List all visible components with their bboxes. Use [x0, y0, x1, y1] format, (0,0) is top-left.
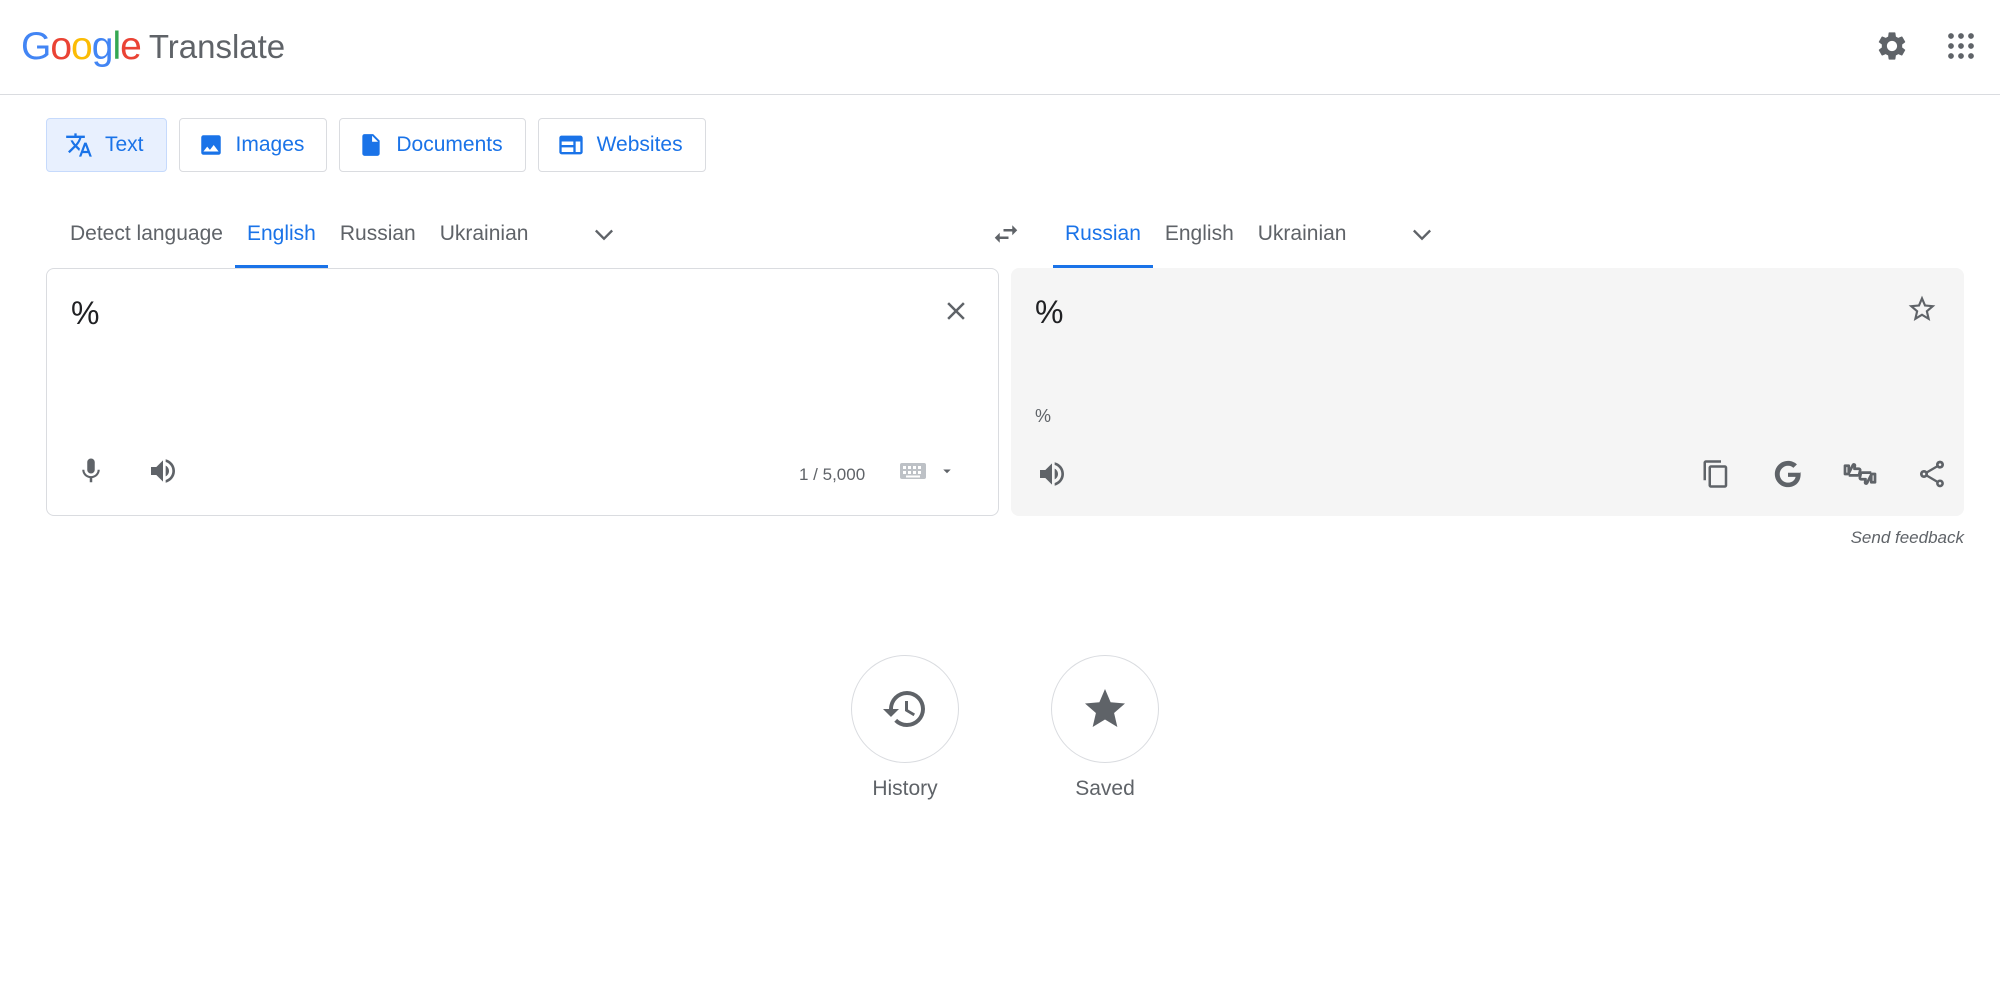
mode-documents-button[interactable]: Documents	[339, 118, 526, 172]
target-lang-more-button[interactable]	[1398, 200, 1446, 268]
history-circle	[851, 655, 959, 763]
translated-text: %	[1035, 294, 1064, 330]
mode-images-label: Images	[235, 133, 305, 156]
rate-translation-button[interactable]	[1836, 450, 1884, 498]
settings-button[interactable]	[1868, 22, 1916, 70]
star-icon	[1085, 689, 1125, 727]
source-lang-ukrainian[interactable]: Ukrainian	[428, 200, 541, 268]
source-lang-russian[interactable]: Russian	[328, 200, 428, 268]
send-feedback-link[interactable]: Send feedback	[1851, 528, 1964, 548]
history-button[interactable]: History	[850, 655, 960, 801]
translate-icon	[66, 133, 92, 157]
share-icon	[1920, 460, 1944, 488]
google-g-icon	[1774, 460, 1802, 488]
keyboard-button[interactable]	[893, 451, 933, 491]
target-language-bar: Russian English Ukrainian	[1053, 200, 1446, 268]
search-google-button[interactable]	[1764, 450, 1812, 498]
saved-button[interactable]: Saved	[1050, 655, 1160, 801]
source-lang-detect[interactable]: Detect language	[58, 200, 235, 268]
target-lang-ukrainian[interactable]: Ukrainian	[1246, 200, 1359, 268]
star-outline-icon	[1908, 295, 1936, 321]
character-count: 1 / 5,000	[799, 465, 866, 484]
saved-label: Saved	[1075, 777, 1135, 800]
translation-output-panel: % %	[1011, 268, 1964, 516]
mode-images-button[interactable]: Images	[178, 118, 328, 172]
listen-source-button[interactable]	[139, 447, 187, 495]
source-language-bar: Detect language English Russian Ukrainia…	[58, 200, 628, 268]
mode-text-button[interactable]: Text	[46, 118, 167, 172]
thumbs-up-down-icon	[1843, 463, 1877, 485]
mode-text-label: Text	[105, 133, 144, 156]
clear-source-button[interactable]	[932, 287, 980, 335]
save-translation-button[interactable]	[1898, 285, 1946, 333]
target-lang-english[interactable]: English	[1153, 200, 1246, 268]
keyboard-icon	[900, 463, 926, 479]
microphone-icon	[82, 458, 100, 483]
swap-arrows-icon	[994, 225, 1018, 243]
target-lang-russian[interactable]: Russian	[1053, 200, 1153, 268]
chevron-down-icon	[1413, 229, 1432, 241]
product-name: Translate	[148, 28, 286, 65]
translation-mode-tabs: Text Images Documents Websites	[46, 118, 706, 172]
image-icon	[200, 135, 221, 155]
input-tools-dropdown[interactable]	[929, 453, 965, 489]
swap-languages-button[interactable]	[980, 208, 1032, 260]
google-apps-button[interactable]	[1937, 22, 1985, 70]
copy-translation-button[interactable]	[1692, 450, 1740, 498]
voice-input-button[interactable]	[67, 447, 115, 495]
history-label: History	[872, 777, 938, 800]
website-icon	[558, 135, 583, 155]
mode-websites-label: Websites	[596, 133, 683, 156]
speaker-icon	[151, 459, 175, 483]
google-translate-logo[interactable]: Google Translate	[21, 23, 285, 71]
source-text-panel: % 1 / 5,000	[46, 268, 999, 516]
share-translation-button[interactable]	[1908, 450, 1956, 498]
mode-websites-button[interactable]: Websites	[537, 118, 706, 172]
copy-icon	[1703, 460, 1728, 488]
app-header: Google Translate	[0, 0, 2000, 95]
document-icon	[362, 134, 381, 156]
saved-circle	[1051, 655, 1159, 763]
source-text-input[interactable]: %	[71, 295, 99, 332]
chevron-down-icon	[595, 229, 614, 241]
history-icon	[883, 691, 925, 727]
source-lang-english[interactable]: English	[234, 200, 328, 268]
source-lang-more-button[interactable]	[580, 200, 628, 268]
caret-down-icon	[943, 469, 951, 474]
transliteration-text: %	[1035, 406, 1052, 426]
google-wordmark: Google	[21, 25, 142, 68]
apps-grid-icon	[1948, 33, 1974, 59]
speaker-icon	[1040, 462, 1064, 486]
gear-icon	[1878, 32, 1906, 60]
mode-documents-label: Documents	[396, 133, 503, 156]
listen-translation-button[interactable]	[1028, 450, 1076, 498]
close-icon	[947, 302, 965, 320]
